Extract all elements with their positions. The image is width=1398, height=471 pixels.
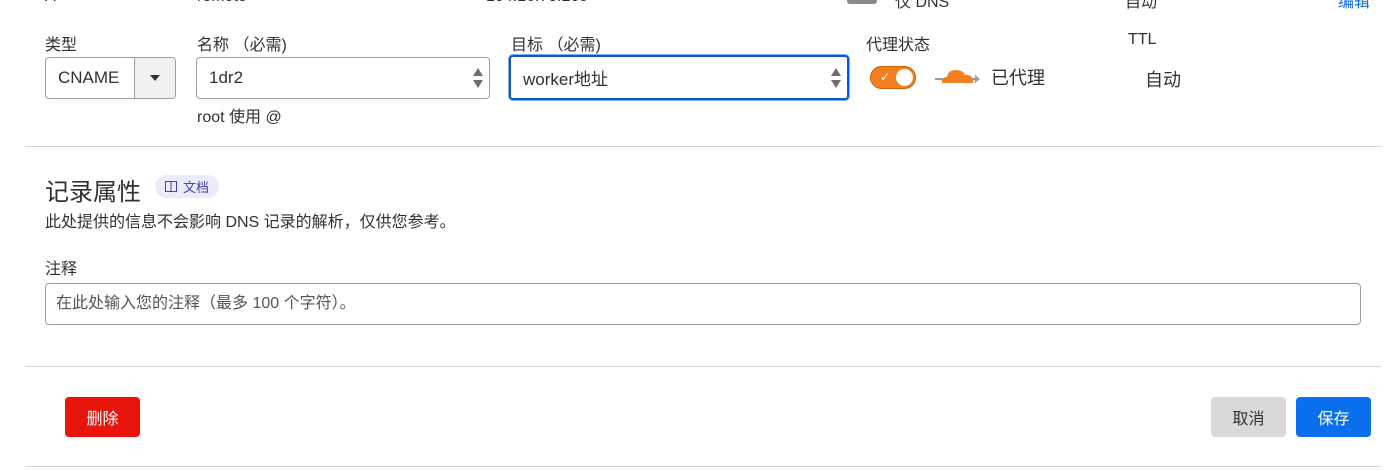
target-input-value: worker地址 <box>523 70 609 89</box>
ttl-label: TTL <box>1128 31 1157 48</box>
target-input[interactable]: worker地址 <box>509 55 849 100</box>
prev-record-proxy: 仅 DNS <box>895 0 950 11</box>
type-select-button[interactable] <box>134 58 175 98</box>
section-title: 记录属性 <box>45 179 141 206</box>
doc-link[interactable]: 文档 <box>155 175 220 198</box>
cloud-proxied-icon <box>935 70 980 83</box>
name-input-value: 1dr2 <box>209 68 244 87</box>
doc-link-label: 文档 <box>183 180 210 195</box>
prev-record-type: A <box>45 0 56 8</box>
spin-up-icon[interactable] <box>473 68 483 76</box>
prev-record-name: remote <box>197 0 247 8</box>
proxy-status-text: 已代理 <box>991 68 1045 88</box>
prev-edit-link[interactable]: 编辑 <box>1338 0 1370 11</box>
check-icon: ✓ <box>880 70 891 84</box>
type-label: 类型 <box>45 37 78 54</box>
book-icon <box>165 181 177 192</box>
cancel-button[interactable]: 取消 <box>1211 397 1286 437</box>
type-select-value: CNAME <box>58 68 120 87</box>
section-description: 此处提供的信息不会影响 DNS 记录的解析，仅供您参考。 <box>45 214 456 231</box>
prev-record-ttl: 自动 <box>1125 0 1158 11</box>
name-hint: root 使用 @ <box>197 109 282 126</box>
target-spinner[interactable] <box>827 57 845 98</box>
divider <box>25 466 1381 467</box>
type-select[interactable]: CNAME <box>45 57 176 99</box>
spin-down-icon[interactable] <box>831 79 841 88</box>
spin-up-icon[interactable] <box>831 67 841 76</box>
prev-proxy-toggle[interactable] <box>847 0 877 4</box>
proxy-status-label: 代理状态 <box>866 37 931 54</box>
prev-record-content: 104.16.70.209 <box>486 0 588 8</box>
divider <box>25 366 1381 367</box>
delete-button[interactable]: 删除 <box>65 397 140 437</box>
name-input[interactable]: 1dr2 <box>196 57 490 99</box>
spin-down-icon[interactable] <box>473 80 483 88</box>
comment-label: 注释 <box>45 261 78 278</box>
chevron-down-icon <box>150 75 160 81</box>
proxy-toggle[interactable]: ✓ <box>870 66 916 89</box>
divider <box>25 146 1381 147</box>
ttl-value: 自动 <box>1145 70 1181 90</box>
name-label: 名称 （必需) <box>197 37 287 54</box>
name-spinner[interactable] <box>469 58 487 98</box>
save-button[interactable]: 保存 <box>1296 397 1371 437</box>
toggle-knob <box>896 69 913 86</box>
comment-input[interactable] <box>45 283 1361 325</box>
target-label: 目标 （必需) <box>511 37 601 54</box>
